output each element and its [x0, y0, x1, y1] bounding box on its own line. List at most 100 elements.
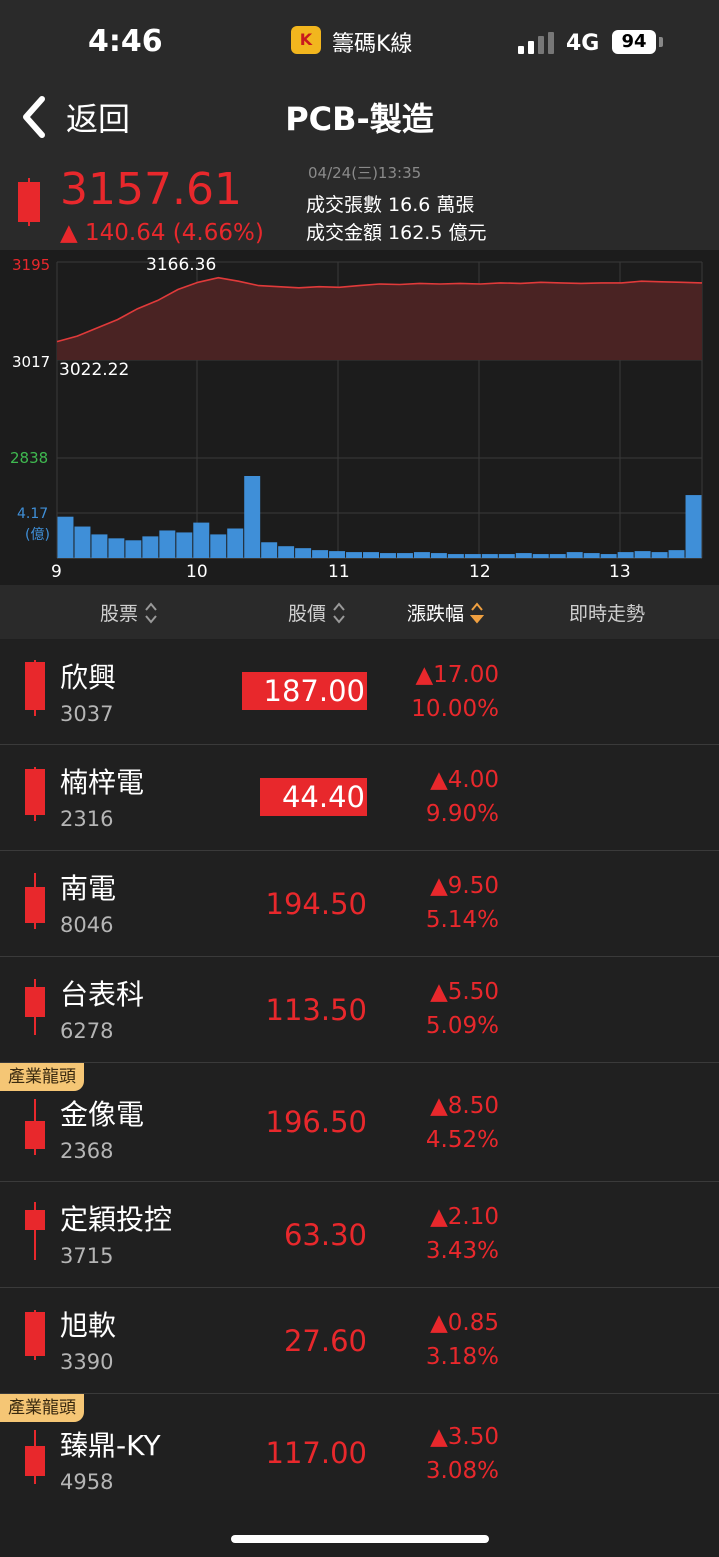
volume-bar [685, 495, 702, 558]
stock-change-pct: 3.43% [425, 1238, 499, 1264]
stock-change-pct: 9.90% [425, 801, 499, 827]
stock-price: 63.30 [283, 1218, 367, 1252]
sort-price[interactable]: 股價 [288, 599, 346, 626]
stock-code: 3390 [60, 1350, 114, 1374]
status-bar: 4:46 K 籌碼K線 4G 94 [0, 0, 719, 80]
home-indicator[interactable] [231, 1535, 489, 1543]
back-button[interactable]: 返回 [20, 92, 130, 142]
signal-icon [518, 32, 556, 54]
volume-bar [312, 550, 329, 558]
candle-icon [25, 767, 45, 821]
stock-name: 金像電 [60, 1098, 145, 1131]
stock-change: ▲0.85 [430, 1310, 499, 1336]
stock-change: ▲4.00 [430, 767, 499, 793]
volume-bar [108, 538, 125, 558]
max-annotation: 3166.36 [146, 255, 217, 275]
status-time: 4:46 [88, 24, 163, 59]
stock-change-pct: 10.00% [411, 696, 499, 722]
industry-leader-badge: 產業龍頭 [0, 1063, 84, 1091]
stock-price: 187.00 [241, 672, 367, 710]
volume-bar [515, 553, 532, 558]
volume-bar [566, 552, 583, 558]
stock-row-6278[interactable]: 台表科 6278 113.50 ▲5.50 5.09% [0, 957, 719, 1063]
stock-row-3715[interactable]: 定穎投控 3715 63.30 ▲2.10 3.43% [0, 1182, 719, 1288]
index-change: ▲ 140.64 (4.66%) [60, 220, 264, 246]
summary-datetime: 04/24(三)13:35 [308, 164, 422, 182]
stock-code: 3037 [60, 702, 114, 726]
stock-change-pct: 4.52% [425, 1127, 499, 1153]
volume-bar [481, 554, 498, 558]
bottom-area [0, 1500, 719, 1557]
stock-name: 定穎投控 [60, 1203, 173, 1236]
volume-bar [193, 522, 210, 558]
stock-change-pct: 5.14% [425, 907, 499, 933]
stock-change-pct: 3.08% [425, 1458, 499, 1484]
stock-name: 楠梓電 [60, 766, 145, 799]
stock-code: 2316 [60, 807, 114, 831]
x-tick-9: 9 [51, 562, 62, 582]
volume-bar [142, 536, 159, 558]
stock-price: 196.50 [265, 1105, 367, 1139]
volume-bar [91, 534, 108, 558]
volume-bar [668, 550, 685, 558]
header-trend: 即時走勢 [569, 599, 645, 626]
volume-bar [125, 540, 142, 558]
index-summary: 3157.61 ▲ 140.64 (4.66%) 04/24(三)13:35 成… [0, 158, 719, 250]
intraday-chart-svg [56, 261, 703, 559]
volume-bar [464, 554, 481, 558]
volume-bar [57, 516, 74, 558]
stock-row-2316[interactable]: 楠梓電 2316 44.40 ▲4.00 9.90% [0, 745, 719, 851]
stock-price: 27.60 [283, 1324, 367, 1358]
volume-unit-label: (億) [25, 527, 50, 543]
sort-change[interactable]: 漲跌幅 [407, 599, 485, 626]
battery-tip [659, 37, 663, 47]
summary-volume: 成交張數 16.6 萬張 [306, 194, 475, 216]
x-tick-11: 11 [328, 562, 350, 582]
volume-bar [244, 476, 261, 558]
volume-bar [74, 526, 91, 558]
candle-icon [25, 1310, 45, 1360]
stock-change: ▲9.50 [430, 873, 499, 899]
stock-name: 臻鼎-KY [60, 1429, 161, 1462]
stock-change: ▲17.00 [415, 662, 499, 688]
volume-bar [447, 554, 464, 558]
sort-icon [333, 601, 345, 624]
stock-name: 旭軟 [60, 1309, 117, 1342]
volume-max-label: 4.17 [17, 506, 49, 522]
candle-icon [25, 873, 45, 929]
volume-bar [498, 554, 515, 558]
volume-bar [329, 551, 346, 558]
stock-change: ▲5.50 [430, 979, 499, 1005]
stock-change-pct: 3.18% [425, 1344, 499, 1370]
candle-icon [25, 1202, 45, 1260]
stock-code: 6278 [60, 1019, 114, 1043]
stock-price: 117.00 [265, 1436, 367, 1470]
candle-icon [25, 1430, 45, 1484]
stock-row-4958[interactable]: 產業龍頭 臻鼎-KY 4958 117.00 ▲3.50 3.08% [0, 1394, 719, 1500]
stock-row-8046[interactable]: 南電 8046 194.50 ▲9.50 5.14% [0, 851, 719, 957]
stock-change: ▲8.50 [430, 1093, 499, 1119]
intraday-chart[interactable]: 3195 3017 2838 3166.36 3022.22 4.17 (億) … [0, 250, 719, 585]
volume-bar [600, 554, 617, 558]
nav-bar: PCB-製造 返回 [0, 80, 719, 158]
chevron-left-icon [23, 96, 45, 138]
header-stock-label: 股票 [100, 603, 139, 625]
stock-row-2368[interactable]: 產業龍頭 金像電 2368 196.50 ▲8.50 4.52% [0, 1063, 719, 1182]
stock-row-3037[interactable]: 欣興 3037 187.00 ▲17.00 10.00% [0, 640, 719, 745]
candle-icon [18, 178, 40, 226]
stock-row-3390[interactable]: 旭軟 3390 27.60 ▲0.85 3.18% [0, 1288, 719, 1394]
price-area [57, 277, 702, 360]
sort-stock[interactable]: 股票 [100, 599, 158, 626]
volume-bar [278, 546, 295, 558]
stock-change: ▲2.10 [430, 1204, 499, 1230]
x-tick-13: 13 [609, 562, 631, 582]
stock-code: 4958 [60, 1470, 114, 1494]
volume-bar [413, 552, 430, 558]
stock-code: 8046 [60, 913, 114, 937]
volume-bar [532, 554, 549, 558]
stock-name: 欣興 [60, 661, 117, 694]
x-tick-12: 12 [469, 562, 491, 582]
volume-bar [396, 553, 413, 558]
y-label-low: 2838 [10, 449, 49, 467]
index-value: 3157.61 [60, 164, 242, 215]
